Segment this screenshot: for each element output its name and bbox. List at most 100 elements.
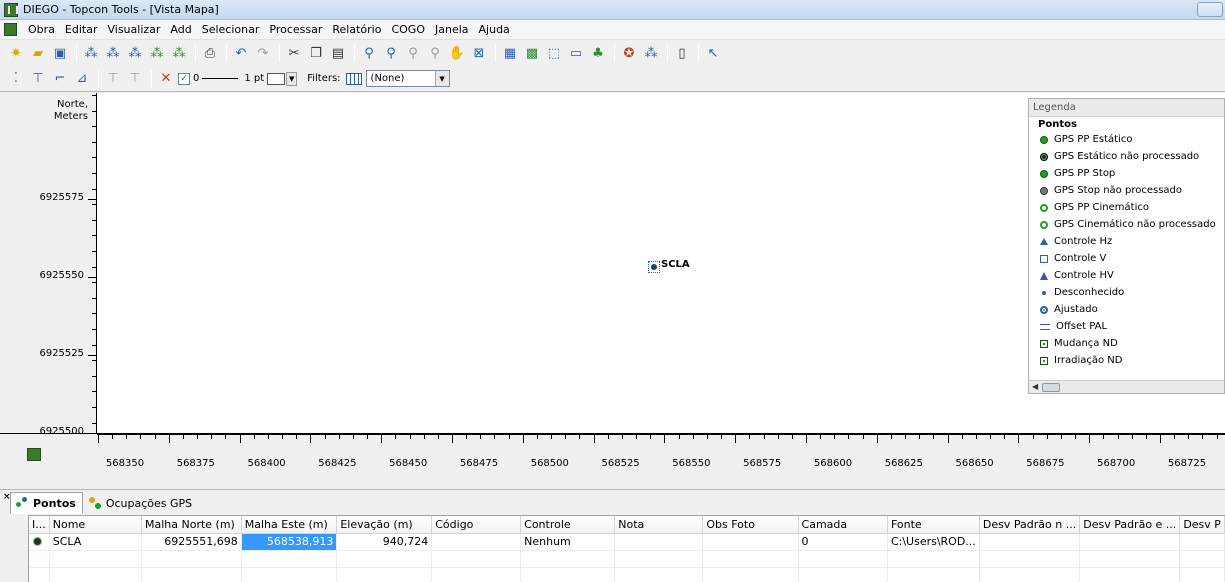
cell-elevacao[interactable]: 940,724	[336, 533, 433, 551]
legend-horizontal-scrollbar[interactable]: ◀	[1029, 380, 1224, 393]
menu-obra[interactable]: Obra	[23, 23, 60, 36]
cut-icon[interactable]: ✂	[284, 43, 304, 63]
document-icon[interactable]	[4, 23, 17, 36]
line-color-box[interactable]	[267, 72, 286, 85]
column-header[interactable]: Camada	[798, 516, 888, 534]
y-minor-tick	[92, 423, 96, 424]
map-view-icon[interactable]: ▩	[522, 43, 542, 63]
column-header[interactable]: Obs Foto	[702, 516, 799, 534]
undo-icon[interactable]: ↶	[231, 43, 251, 63]
column-header[interactable]: Desv Padrão e ...	[1079, 516, 1181, 534]
new-job-icon[interactable]: ✷	[6, 43, 26, 63]
report-icon[interactable]: ▯	[672, 43, 692, 63]
filter-grid-icon	[345, 72, 362, 85]
print-icon[interactable]: ⎙	[200, 43, 220, 63]
add-gps-occupation-icon[interactable]: ⁂	[103, 43, 123, 63]
zoom-out-icon[interactable]: ⚲	[381, 43, 401, 63]
cell-obs-foto[interactable]	[702, 533, 799, 551]
map-point-scla[interactable]: SCLA	[648, 259, 690, 273]
open-folder-icon[interactable]: ▰	[28, 43, 48, 63]
column-header[interactable]: Fonte	[887, 516, 980, 534]
empty-cell	[887, 567, 980, 582]
empty-cell	[241, 567, 338, 582]
cell-este[interactable]: 568538,913	[241, 533, 338, 551]
add-stop-icon[interactable]: ⁂	[169, 43, 189, 63]
add-point-icon[interactable]: ⁚	[6, 69, 26, 89]
pan-hand-icon[interactable]: ✋	[447, 43, 467, 63]
minimize-button[interactable]	[1197, 2, 1223, 17]
y-minor-tick	[92, 282, 96, 283]
table-row[interactable]: SCLA 6925551,698 568538,913 940,724 Nenhum 0 C…	[29, 533, 1225, 551]
save-icon[interactable]: ▣	[50, 43, 70, 63]
cell-norte[interactable]: 6925551,698	[141, 533, 242, 551]
copy-icon[interactable]: ❐	[306, 43, 326, 63]
add-area-icon[interactable]: ⊿	[72, 69, 92, 89]
map-corner-icon[interactable]	[27, 448, 41, 461]
menu-ajuda[interactable]: Ajuda	[474, 23, 515, 36]
tab-ocupacoes-gps[interactable]: Ocupações GPS	[83, 492, 199, 514]
insert-vertex-icon[interactable]: ⊤	[103, 69, 123, 89]
occupation-view-icon[interactable]: ⬚	[544, 43, 564, 63]
add-polyline-icon[interactable]: ⌐	[50, 69, 70, 89]
zoom-in-icon[interactable]: ⚲	[359, 43, 379, 63]
zoom-next-icon[interactable]: ⚲	[425, 43, 445, 63]
menu-selecionar[interactable]: Selecionar	[197, 23, 265, 36]
menu-editar[interactable]: Editar	[60, 23, 103, 36]
column-header[interactable]: Malha Norte (m)	[141, 516, 242, 534]
zoom-extents-icon[interactable]: ⊠	[469, 43, 489, 63]
gps-point-marker-icon[interactable]	[648, 261, 660, 273]
chevron-down-icon[interactable]: ▼	[434, 71, 449, 86]
cell-codigo[interactable]	[431, 533, 522, 551]
line-style-sample[interactable]	[202, 78, 239, 79]
column-header[interactable]: Controle	[520, 516, 616, 534]
menu-processar[interactable]: Processar	[264, 23, 327, 36]
column-header[interactable]: Nome	[49, 516, 142, 534]
map-view: Norte, Meters 6925575 6925550 6925525 69255…	[0, 93, 1225, 489]
delete-vertex-icon[interactable]: ⊤	[125, 69, 145, 89]
cell-controle[interactable]: Nenhum	[520, 533, 616, 551]
menu-janela[interactable]: Janela	[430, 23, 474, 36]
help-pointer-icon[interactable]: ↖	[703, 43, 723, 63]
menu-visualizar[interactable]: Visualizar	[102, 23, 165, 36]
adjust-icon[interactable]: ⁂	[641, 43, 661, 63]
tab-pontos[interactable]: Pontos	[10, 492, 83, 514]
tabular-view-icon[interactable]: ▦	[500, 43, 520, 63]
line-color-dropdown[interactable]: ▼	[286, 71, 298, 86]
cell-desv-e[interactable]	[1079, 533, 1181, 551]
paste-icon[interactable]: ▤	[328, 43, 348, 63]
topcon-app-icon[interactable]	[4, 2, 18, 17]
column-header[interactable]: I...	[29, 516, 50, 534]
add-line-icon[interactable]: ⊤	[28, 69, 48, 89]
cell-fonte[interactable]: C:\Users\ROD...	[887, 533, 980, 551]
column-header[interactable]: Desv Padrão n ...	[979, 516, 1081, 534]
zoom-previous-icon[interactable]: ⚲	[403, 43, 423, 63]
x-minor-tick	[438, 434, 439, 439]
menu-add[interactable]: Add	[165, 23, 196, 36]
menu-cogo[interactable]: COGO	[386, 23, 430, 36]
add-gps-session-icon[interactable]: ⁂	[125, 43, 145, 63]
menu-relatorio[interactable]: Relatório	[327, 23, 386, 36]
scroll-left-icon[interactable]: ◀	[1032, 382, 1038, 391]
cell-nome[interactable]: SCLA	[49, 533, 142, 551]
process-icon[interactable]: ✪	[619, 43, 639, 63]
cell-desv-p[interactable]	[1179, 533, 1225, 551]
y-minor-tick	[92, 360, 96, 361]
column-header[interactable]: Nota	[614, 516, 704, 534]
x-minor-tick	[410, 434, 411, 439]
cell-desv-n[interactable]	[979, 533, 1081, 551]
tree-view-icon[interactable]: ♣	[588, 43, 608, 63]
cell-nota[interactable]	[614, 533, 704, 551]
redo-icon[interactable]: ↷	[253, 43, 273, 63]
column-header[interactable]: Elevação (m)	[336, 516, 433, 534]
delete-icon[interactable]: ✕	[156, 69, 176, 89]
cell-camada[interactable]: 0	[798, 533, 888, 551]
layer-visible-checkbox[interactable]: ✓	[178, 72, 190, 85]
column-header[interactable]: Código	[431, 516, 522, 534]
scroll-thumb[interactable]	[1042, 383, 1060, 392]
add-gps-point-icon[interactable]: ⁂	[81, 43, 101, 63]
add-kinematic-icon[interactable]: ⁂	[147, 43, 167, 63]
filter-select[interactable]: (None) ▼	[365, 70, 450, 87]
column-header[interactable]: Desv P	[1179, 516, 1225, 534]
column-header[interactable]: Malha Este (m)	[241, 516, 338, 534]
network-view-icon[interactable]: ▭	[566, 43, 586, 63]
